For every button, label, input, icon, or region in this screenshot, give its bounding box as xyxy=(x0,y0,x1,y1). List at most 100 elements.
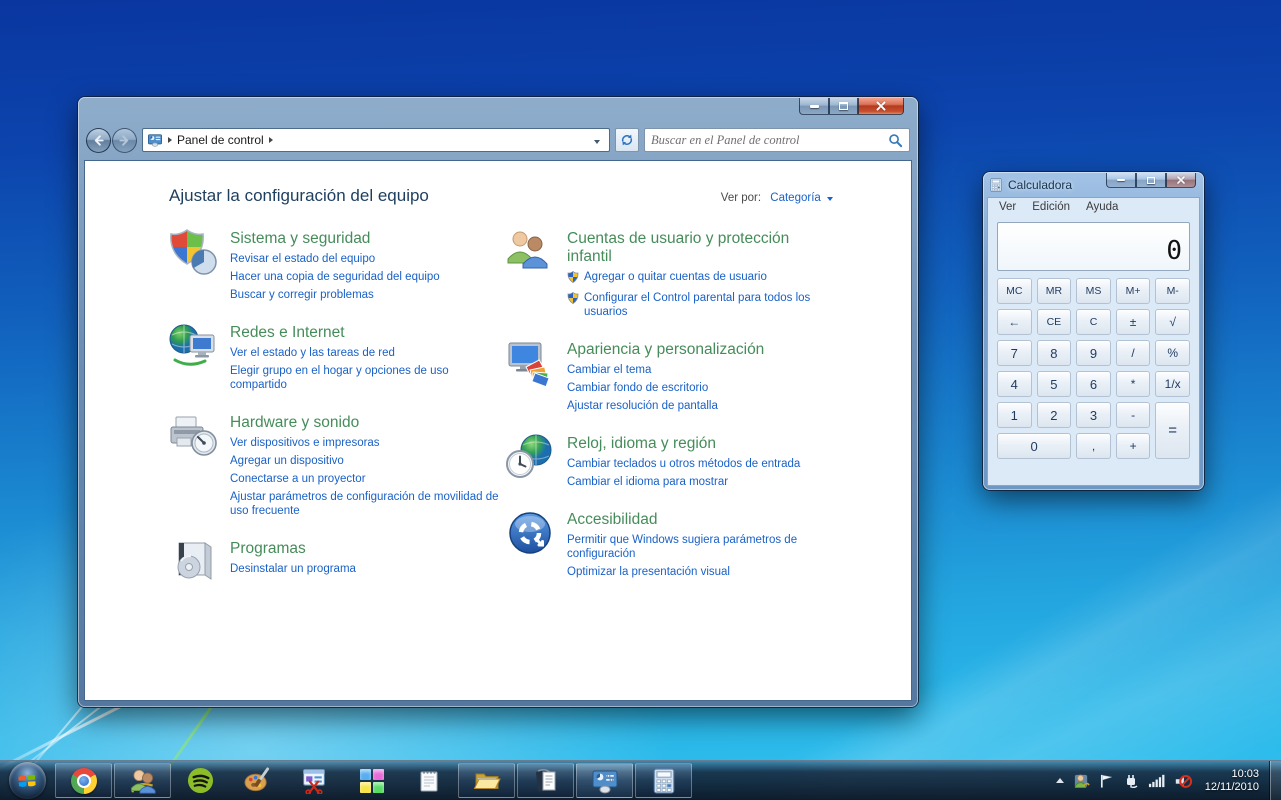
taskbar-button-color-grid-app[interactable] xyxy=(343,761,400,800)
clock-language-region-icon[interactable] xyxy=(506,433,554,481)
task-link[interactable]: Elegir grupo en el hogar y opciones de u… xyxy=(230,364,502,392)
taskbar-button-wordpad[interactable] xyxy=(517,763,574,798)
task-link[interactable]: Desinstalar un programa xyxy=(230,562,502,576)
breadcrumb[interactable]: Panel de control xyxy=(142,128,610,152)
programs-icon[interactable] xyxy=(169,538,217,586)
task-link[interactable]: Permitir que Windows sugiera parámetros … xyxy=(567,533,836,561)
ease-of-access-icon[interactable] xyxy=(506,509,554,557)
appearance-icon[interactable] xyxy=(506,339,554,387)
key-multiply[interactable]: * xyxy=(1116,371,1151,397)
task-link[interactable]: Cambiar teclados u otros métodos de entr… xyxy=(567,457,836,471)
task-link[interactable]: Revisar el estado del equipo xyxy=(230,252,502,266)
task-link[interactable]: Buscar y corregir problemas xyxy=(230,288,502,302)
messenger-tray-icon[interactable] xyxy=(1073,772,1090,789)
key-backspace[interactable]: ← xyxy=(997,309,1032,335)
key-subtract[interactable]: - xyxy=(1116,402,1151,428)
hardware-sound-icon[interactable] xyxy=(169,412,217,460)
power-plug-icon[interactable] xyxy=(1123,773,1139,789)
menu-ver[interactable]: Ver xyxy=(992,200,1023,214)
breadcrumb-item-control-panel[interactable]: Panel de control xyxy=(177,133,264,147)
task-link[interactable]: Agregar un dispositivo xyxy=(230,454,502,468)
breadcrumb-dropdown-button[interactable] xyxy=(589,131,605,149)
action-center-flag-icon[interactable] xyxy=(1099,773,1114,789)
task-link[interactable]: Conectarse a un proyector xyxy=(230,472,502,486)
close-button[interactable] xyxy=(1166,173,1196,188)
volume-muted-icon[interactable] xyxy=(1174,772,1192,790)
task-link[interactable]: Cambiar fondo de escritorio xyxy=(567,381,836,395)
key-clear-entry[interactable]: CE xyxy=(1037,309,1072,335)
key-memory-store[interactable]: MS xyxy=(1076,278,1111,304)
view-by-dropdown[interactable]: Categoría xyxy=(770,192,821,204)
key-divide[interactable]: / xyxy=(1116,340,1151,366)
task-link[interactable]: Cambiar el tema xyxy=(567,363,836,377)
key-1[interactable]: 1 xyxy=(997,402,1032,428)
key-memory-clear[interactable]: MC xyxy=(997,278,1032,304)
key-8[interactable]: 8 xyxy=(1037,340,1072,366)
category-title[interactable]: Sistema y seguridad xyxy=(230,230,502,248)
user-accounts-icon[interactable] xyxy=(506,228,554,276)
menu-ayuda[interactable]: Ayuda xyxy=(1079,200,1125,214)
category-title[interactable]: Reloj, idioma y región xyxy=(567,435,836,453)
task-link[interactable]: Ajustar parámetros de configuración de m… xyxy=(230,490,502,518)
taskbar-button-control-panel[interactable] xyxy=(576,763,633,798)
key-4[interactable]: 4 xyxy=(997,371,1032,397)
key-3[interactable]: 3 xyxy=(1076,402,1111,428)
menu-edicion[interactable]: Edición xyxy=(1025,200,1077,214)
taskbar-button-notepad[interactable] xyxy=(400,761,457,800)
refresh-button[interactable] xyxy=(615,128,639,152)
task-link[interactable]: Hacer una copia de seguridad del equipo xyxy=(230,270,502,284)
key-reciprocal[interactable]: 1/x xyxy=(1155,371,1190,397)
category-title[interactable]: Accesibilidad xyxy=(567,511,836,529)
minimize-button[interactable] xyxy=(1106,173,1136,188)
task-link[interactable]: Ver el estado y las tareas de red xyxy=(230,346,502,360)
forward-button[interactable] xyxy=(112,128,137,153)
key-equals[interactable]: = xyxy=(1155,402,1190,459)
search-icon[interactable] xyxy=(888,133,903,148)
category-title[interactable]: Programas xyxy=(230,540,502,558)
key-percent[interactable]: % xyxy=(1155,340,1190,366)
start-button[interactable] xyxy=(0,761,54,800)
key-memory-add[interactable]: M+ xyxy=(1116,278,1151,304)
taskbar-button-calculator[interactable] xyxy=(635,763,692,798)
key-memory-subtract[interactable]: M- xyxy=(1155,278,1190,304)
close-button[interactable] xyxy=(858,98,904,115)
search-input[interactable] xyxy=(651,133,888,148)
category-title[interactable]: Redes e Internet xyxy=(230,324,502,342)
show-desktop-button[interactable] xyxy=(1269,761,1281,800)
key-0[interactable]: 0 xyxy=(997,433,1071,459)
key-7[interactable]: 7 xyxy=(997,340,1032,366)
category-title[interactable]: Hardware y sonido xyxy=(230,414,502,432)
key-clear[interactable]: C xyxy=(1076,309,1111,335)
taskbar-button-paint[interactable] xyxy=(229,761,286,800)
taskbar-clock[interactable]: 10:03 12/11/2010 xyxy=(1205,768,1259,794)
maximize-button[interactable] xyxy=(1136,173,1166,188)
taskbar-button-snipping-tool[interactable] xyxy=(286,761,343,800)
maximize-button[interactable] xyxy=(829,98,858,115)
taskbar-button-chrome[interactable] xyxy=(55,763,112,798)
key-add[interactable]: + xyxy=(1116,433,1151,459)
taskbar-button-messenger[interactable] xyxy=(114,763,171,798)
hidden-icons-button[interactable] xyxy=(1056,778,1064,783)
task-link[interactable]: Ajustar resolución de pantalla xyxy=(567,399,836,413)
key-square-root[interactable]: √ xyxy=(1155,309,1190,335)
network-internet-icon[interactable] xyxy=(169,322,217,370)
key-decimal[interactable]: , xyxy=(1076,433,1111,459)
category-title[interactable]: Apariencia y personalización xyxy=(567,341,836,359)
task-link[interactable]: Optimizar la presentación visual xyxy=(567,565,836,579)
taskbar-button-spotify[interactable] xyxy=(172,761,229,800)
task-link[interactable]: Configurar el Control parental para todo… xyxy=(567,291,836,319)
task-link[interactable]: Ver dispositivos e impresoras xyxy=(230,436,502,450)
taskbar-button-explorer[interactable] xyxy=(458,763,515,798)
key-negate[interactable]: ± xyxy=(1116,309,1151,335)
category-title[interactable]: Cuentas de usuario y protección infantil xyxy=(567,230,836,266)
key-5[interactable]: 5 xyxy=(1037,371,1072,397)
task-link[interactable]: Agregar o quitar cuentas de usuario xyxy=(567,270,836,287)
system-security-icon[interactable] xyxy=(169,228,217,276)
task-link[interactable]: Cambiar el idioma para mostrar xyxy=(567,475,836,489)
key-9[interactable]: 9 xyxy=(1076,340,1111,366)
network-signal-icon[interactable] xyxy=(1148,773,1165,788)
key-2[interactable]: 2 xyxy=(1037,402,1072,428)
key-memory-recall[interactable]: MR xyxy=(1037,278,1072,304)
key-6[interactable]: 6 xyxy=(1076,371,1111,397)
minimize-button[interactable] xyxy=(799,98,829,115)
